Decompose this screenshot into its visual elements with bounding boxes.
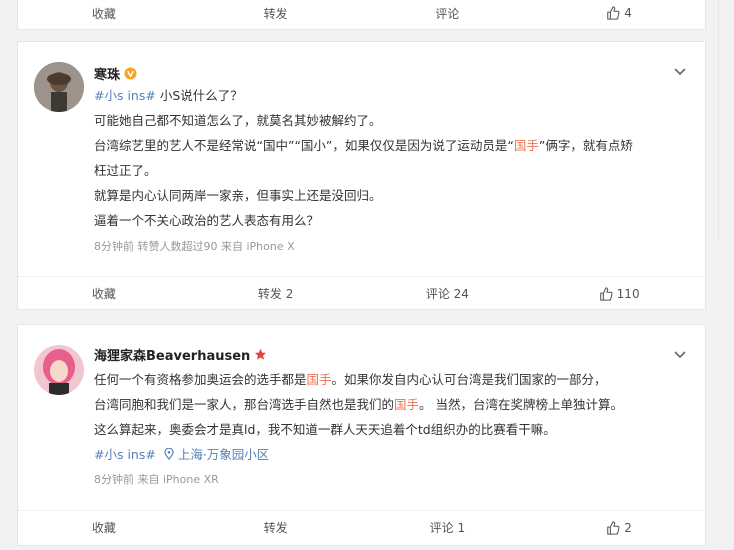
post-text: #小s ins# 小S说什么了？ 可能她自己都不知道怎么了，就莫名其妙被解约了。… (94, 83, 685, 233)
favorite-label: 收藏 (91, 521, 116, 535)
post-card: 海狸家森Beaverhausen 任何一个有资格参加奥运会的选手都是国手。如果你… (17, 324, 706, 546)
location-link[interactable]: 上海·万象园小区 (164, 447, 269, 462)
previous-post-actions: 收藏 转发 评论 4 (18, 0, 705, 30)
repost-label: 转发 2 (257, 287, 294, 301)
location-pin-icon (164, 447, 174, 460)
like-count: 2 (624, 520, 632, 535)
post-card: 寒珠 #小s ins# 小S说什么了？ 可能她自己都不知道怎么了，就莫名其妙被解… (17, 41, 706, 310)
post-line: 逼着一个不关心政治的艺人表态有用么？ (94, 213, 320, 228)
username[interactable]: 寒珠 (94, 64, 137, 83)
username-text: 海狸家森Beaverhausen (94, 349, 251, 364)
post-meta: 8分钟前 来自 iPhone XR (94, 473, 219, 486)
highlight-keyword: 国手 (394, 397, 420, 412)
avatar[interactable] (34, 345, 84, 395)
favorite-button[interactable]: 收藏 (18, 5, 190, 22)
like-button[interactable]: 110 (533, 287, 705, 301)
verified-badge-icon (124, 67, 137, 80)
highlight-keyword: 国手 (513, 138, 539, 153)
post-line: 就算是内心认同两岸一家亲，但事实上还是没回归。 (94, 188, 382, 203)
hashtag-link[interactable]: #小s ins# (94, 447, 156, 462)
location-label: 上海·万象园小区 (177, 447, 270, 462)
post-line: 。 当然，台湾在奖牌榜上单独计算。 (419, 397, 624, 412)
post-actions: 收藏 转发 评论 1 2 (18, 510, 705, 544)
comment-label: 评论 24 (425, 287, 469, 301)
previous-post-card: 收藏 转发 评论 4 (17, 0, 706, 30)
repost-button[interactable]: 转发 2 (190, 285, 362, 302)
like-button[interactable]: 2 (533, 521, 705, 535)
side-panel-edge (718, 0, 734, 240)
thumbs-up-icon (599, 286, 613, 301)
post-line: 枉过正了。 (94, 163, 157, 178)
comment-button[interactable]: 评论 1 (362, 519, 534, 536)
post-text: 任何一个有资格参加奥运会的选手都是国手。如果你发自内心认可台湾是我们国家的一部分… (94, 367, 691, 467)
post-line: 任何一个有资格参加奥运会的选手都是 (94, 372, 307, 387)
hashtag-link[interactable]: #小s ins# (94, 88, 156, 103)
thumbs-up-icon (607, 6, 620, 20)
repost-label: 转发 (263, 521, 288, 535)
post-meta: 8分钟前 转赞人数超过90 来自 iPhone X (94, 240, 295, 253)
chevron-down-icon[interactable] (673, 347, 687, 361)
comment-button[interactable]: 评论 24 (362, 285, 534, 302)
favorite-label: 收藏 (91, 287, 116, 301)
post-line: 小S说什么了？ (159, 88, 243, 103)
repost-label: 转发 (263, 6, 288, 21)
like-count: 110 (616, 286, 640, 301)
repost-button[interactable]: 转发 (190, 519, 362, 536)
post-line: 这么算起来，奥委会才是真ld，我不知道一群人天天追着个td组织办的比赛看干嘛。 (94, 422, 556, 437)
star-badge-icon (255, 348, 267, 360)
chevron-down-icon[interactable] (673, 64, 687, 78)
favorite-button[interactable]: 收藏 (18, 519, 190, 536)
repost-button[interactable]: 转发 (190, 5, 362, 22)
like-count: 4 (624, 6, 632, 20)
thumbs-up-icon (607, 520, 620, 535)
post-line: 可能她自己都不知道怎么了，就莫名其妙被解约了。 (94, 113, 382, 128)
avatar-image (34, 345, 84, 395)
comment-label: 评论 (435, 6, 460, 21)
highlight-keyword: 国手 (306, 372, 332, 387)
username[interactable]: 海狸家森Beaverhausen (94, 345, 267, 364)
post-line: 台湾同胞和我们是一家人，那台湾选手自然也是我们的 (94, 397, 395, 412)
favorite-label: 收藏 (91, 6, 116, 21)
post-line: 。如果你发自内心认可台湾是我们国家的一部分， (331, 372, 607, 387)
favorite-button[interactable]: 收藏 (18, 285, 190, 302)
comment-label: 评论 1 (429, 521, 466, 535)
post-line: ”俩字，就有点矫 (538, 138, 633, 153)
avatar[interactable] (34, 62, 84, 112)
like-button[interactable]: 4 (533, 6, 705, 20)
avatar-image (34, 62, 84, 112)
comment-button[interactable]: 评论 (362, 5, 534, 22)
post-line: 台湾综艺里的艺人不是经常说“国中”“国小”，如果仅仅是因为说了运动员是“ (94, 138, 514, 153)
username-text: 寒珠 (94, 68, 121, 83)
post-actions: 收藏 转发 2 评论 24 110 (18, 276, 705, 310)
